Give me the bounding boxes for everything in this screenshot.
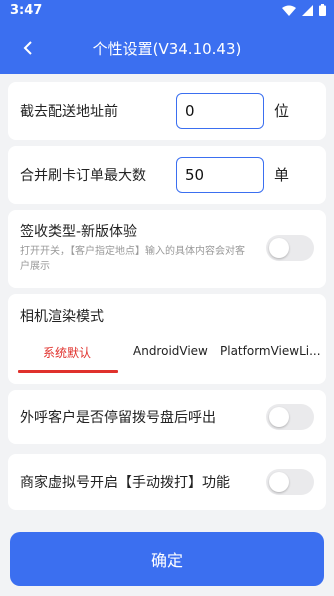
merchant-virtual-toggle[interactable] [266, 469, 314, 495]
sign-type-label: 签收类型-新版体验 [20, 224, 138, 240]
trim-address-label: 截去配送地址前 [20, 104, 118, 120]
tab-system-default[interactable]: 系统默认 [43, 344, 91, 361]
page-title: 个性设置(V34.10.43) [92, 40, 242, 58]
sign-type-card: 签收类型-新版体验 打开开关，【客户指定地点】输入的具体内容会对客户展示 [8, 210, 326, 288]
sign-type-toggle[interactable] [266, 235, 314, 261]
status-time: 3:47 [10, 3, 43, 18]
merge-orders-unit: 单 [274, 166, 290, 184]
confirm-button[interactable]: 确定 [10, 532, 324, 586]
merchant-virtual-card: 商家虚拟号开启【手动拨打】功能 [8, 454, 326, 510]
call-stay-card: 外呼客户是否停留拨号盘后呼出 [8, 390, 326, 444]
tab-platform-view[interactable]: PlatformViewLi... [220, 344, 321, 358]
trim-address-unit: 位 [274, 102, 290, 120]
merge-orders-input[interactable] [176, 157, 264, 193]
call-stay-toggle[interactable] [266, 404, 314, 430]
merge-orders-card: 合并刷卡订单最大数 单 [8, 146, 326, 204]
wifi-icon [282, 5, 296, 16]
camera-mode-label: 相机渲染模式 [20, 309, 104, 325]
sign-type-description: 打开开关，【客户指定地点】输入的具体内容会对客户展示 [20, 246, 245, 272]
merchant-virtual-label: 商家虚拟号开启【手动拨打】功能 [20, 475, 230, 491]
camera-mode-card: 相机渲染模式 系统默认 AndroidView PlatformViewLi..… [8, 294, 326, 384]
trim-address-input[interactable] [176, 93, 264, 129]
app-header: 3:47 个性设置(V34.10.43) [0, 0, 334, 74]
signal-icon [302, 4, 313, 16]
status-icons [282, 4, 326, 16]
battery-icon [319, 4, 326, 16]
tab-android-view[interactable]: AndroidView [133, 344, 208, 358]
trim-address-card: 截去配送地址前 位 [8, 82, 326, 140]
active-tab-indicator [18, 370, 118, 373]
call-stay-label: 外呼客户是否停留拨号盘后呼出 [20, 410, 216, 426]
merge-orders-label: 合并刷卡订单最大数 [20, 168, 146, 184]
